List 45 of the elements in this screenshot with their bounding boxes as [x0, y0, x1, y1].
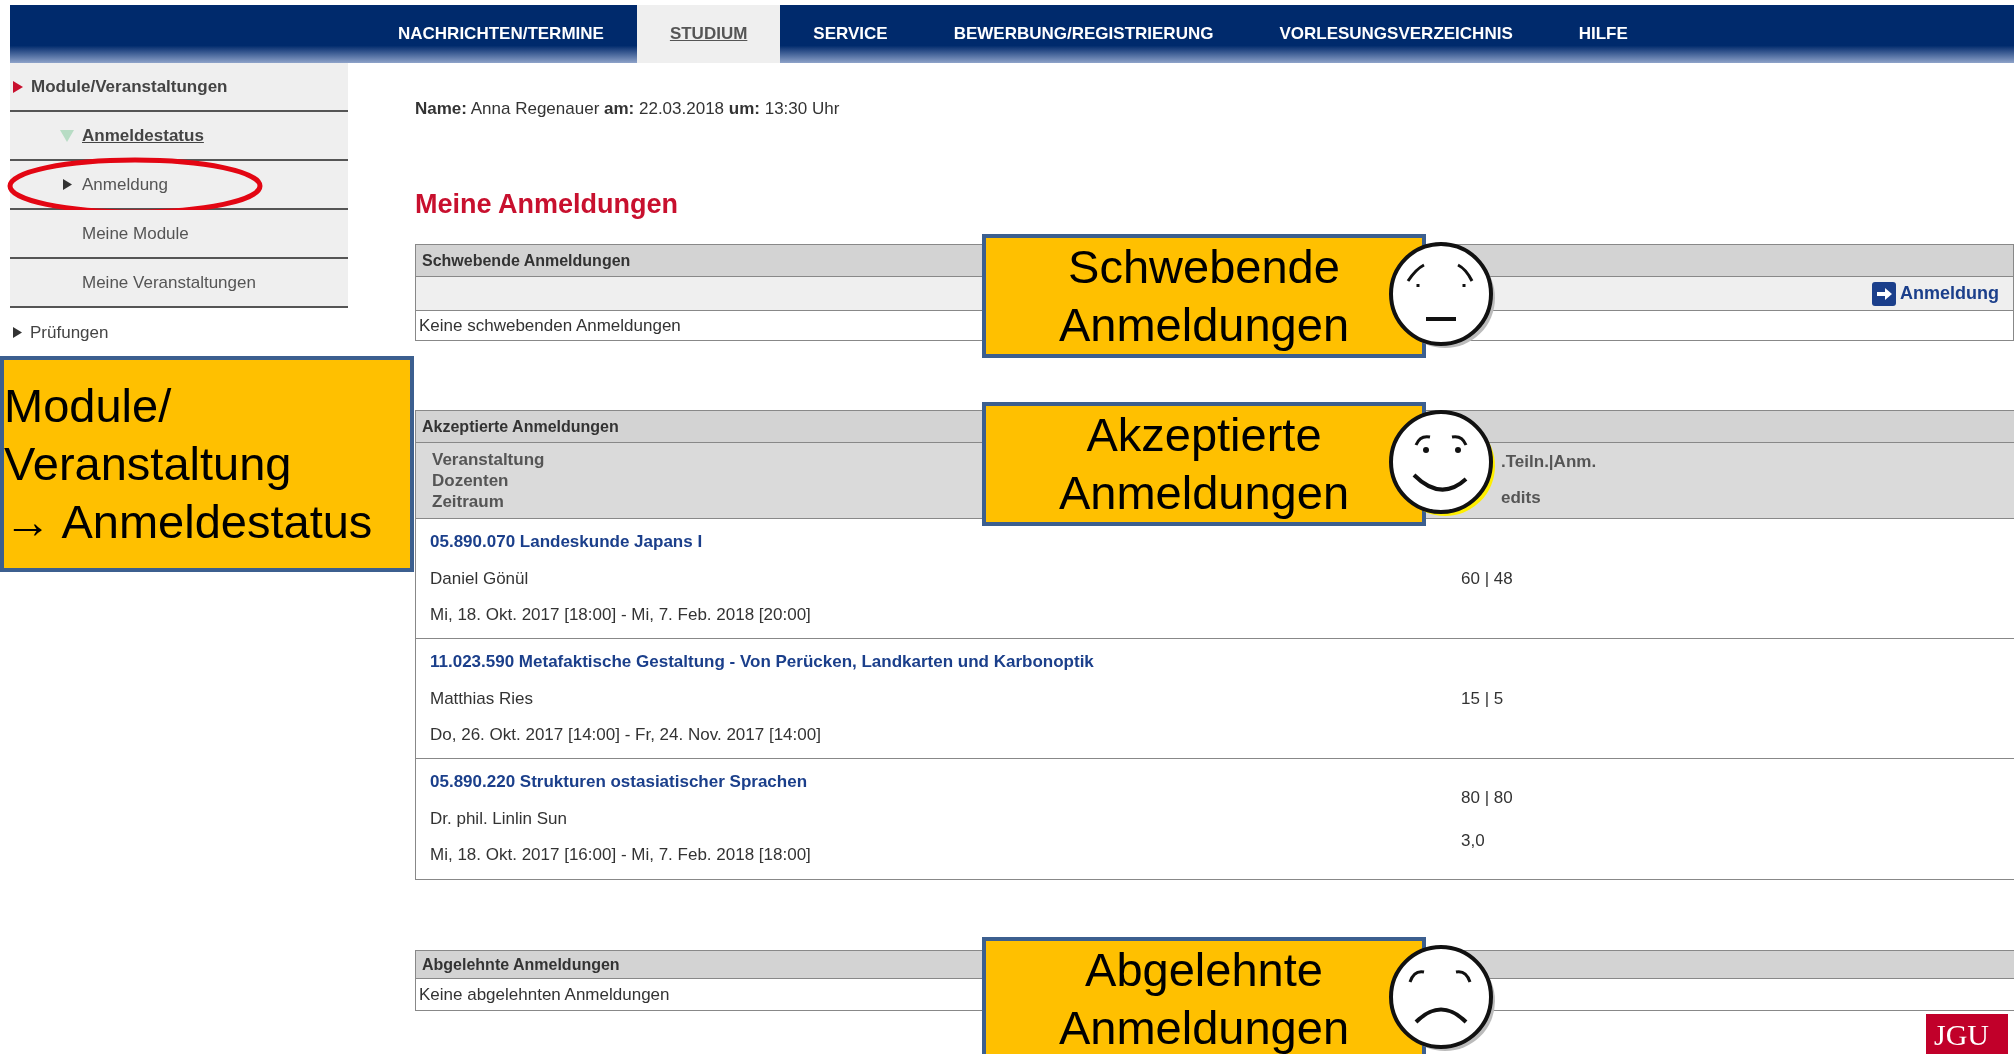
page-heading: Meine Anmeldungen: [415, 187, 679, 221]
column-header: Veranstaltung: [432, 449, 546, 470]
column-header: .Teiln.|Anm.: [1501, 451, 1597, 473]
seats-text: 15 | 5: [1461, 687, 1504, 710]
triangle-icon: [13, 327, 22, 338]
callout-text: Anmeldungen: [1058, 297, 1350, 353]
period-text: Mi, 18. Okt. 2017 [16:00] - Mi, 7. Feb. 2018 [18:00]: [430, 844, 812, 866]
course-link[interactable]: 11.023.590 Metafaktische Gestaltung - Von Perücken, Landkarten und Karbonoptik: [430, 649, 1461, 675]
nav-tab[interactable]: VORLESUNGSVERZEICHNIS: [1246, 5, 1546, 63]
empty-message: Keine abgelehnten Anmeldungen: [419, 983, 670, 1006]
callout-text: → Anmeldestatus: [4, 494, 373, 550]
seats-text: 60 | 48: [1461, 567, 1513, 590]
empty-message: Keine schwebenden Anmeldungen: [419, 314, 681, 337]
user-info: Name: Anna Regenauer am: 22.03.2018 um: 13:30 Uhr: [415, 98, 841, 120]
lecturer-text: Matthias Ries: [430, 687, 534, 710]
sidebar-link[interactable]: Anmeldung: [82, 171, 168, 198]
triangle-icon: [60, 129, 74, 142]
nav-tab[interactable]: BEWERBUNG/REGISTRIERUNG: [920, 5, 1247, 63]
callout-text: Module/: [4, 378, 172, 434]
arrow-right-icon: [1872, 281, 1896, 306]
callout-text: Anmeldungen: [1058, 1000, 1350, 1054]
lecturer-text: Dr. phil. Linlin Sun: [430, 807, 569, 830]
register-link[interactable]: Anmeldung: [1872, 280, 1999, 307]
column-header: edits: [1501, 486, 1542, 509]
triangle-icon: [62, 179, 72, 190]
course-link[interactable]: 05.890.220 Strukturen ostasiatischer Sprachen: [430, 769, 1461, 795]
nav-tab[interactable]: NACHRICHTEN/TERMINE: [365, 5, 637, 63]
credits-text: 3,0: [1461, 830, 1486, 852]
sidebar-link[interactable]: Meine Module: [82, 220, 189, 247]
period-text: Mi, 18. Okt. 2017 [18:00] - Mi, 7. Feb. 2018 [20:00]: [430, 604, 812, 626]
column-header: Dozenten: [432, 470, 510, 491]
lecturer-text: Daniel Gönül: [430, 567, 530, 590]
column-header: Zeitraum: [432, 491, 505, 512]
callout-text: Veranstaltung: [4, 436, 292, 492]
callout-text: Anmeldungen: [1058, 465, 1350, 521]
university-logo: JGU: [1926, 1014, 2008, 1054]
triangle-icon: [13, 80, 23, 93]
nav-tab[interactable]: SERVICE: [780, 5, 921, 63]
period-text: Do, 26. Okt. 2017 [14:00] - Fr, 24. Nov. 2017 [14:00]: [430, 724, 822, 746]
seats-text: 80 | 80: [1461, 786, 1513, 809]
sidebar-link[interactable]: Anmeldestatus: [82, 122, 204, 149]
nav-tab[interactable]: HILFE: [1545, 5, 1661, 63]
sidebar-link[interactable]: Prüfungen: [30, 319, 109, 346]
course-link[interactable]: 05.890.070 Landeskunde Japans I: [430, 529, 1461, 555]
nav-tab[interactable]: STUDIUM: [636, 5, 781, 63]
